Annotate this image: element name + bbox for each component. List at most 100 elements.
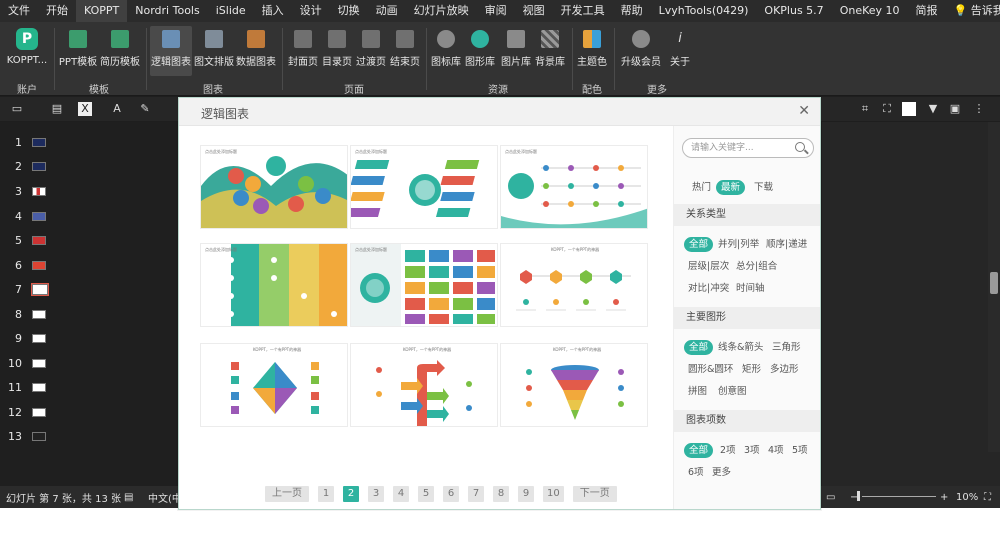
menu-review[interactable]: 审阅 bbox=[477, 0, 515, 22]
shape-line-arrow[interactable]: 线条&箭头 bbox=[718, 340, 763, 355]
relation-contrast[interactable]: 对比|冲突 bbox=[688, 281, 729, 296]
menu-design[interactable]: 设计 bbox=[292, 0, 330, 22]
relation-total-part[interactable]: 总分|组合 bbox=[736, 259, 777, 274]
notes-icon[interactable]: ▤ bbox=[124, 492, 133, 503]
count-more[interactable]: 更多 bbox=[712, 465, 731, 480]
menu-file[interactable]: 文件 bbox=[0, 0, 38, 22]
close-icon[interactable]: ✕ bbox=[798, 103, 810, 119]
slide-thumbnail[interactable]: 10 bbox=[0, 353, 60, 373]
shape-triangle[interactable]: 三角形 bbox=[772, 340, 801, 355]
page-button-1[interactable]: 1 bbox=[318, 486, 334, 502]
menu-onekey[interactable]: OneKey 10 bbox=[832, 0, 908, 22]
template-tile[interactable]: 点击此处添加标题 bbox=[350, 145, 498, 229]
slide-thumbnail[interactable]: 2 bbox=[0, 156, 60, 176]
slide-thumbnail[interactable]: 8 bbox=[0, 304, 60, 324]
upgrade-member-button[interactable]: 升级会员 bbox=[620, 26, 662, 76]
shape-library-button[interactable]: 图形库 bbox=[464, 26, 496, 76]
menu-transition[interactable]: 切换 bbox=[330, 0, 368, 22]
menu-developer[interactable]: 开发工具 bbox=[553, 0, 613, 22]
count-3[interactable]: 3项 bbox=[744, 443, 760, 458]
page-button-2[interactable]: 2 bbox=[343, 486, 359, 502]
vertical-scrollbar[interactable] bbox=[988, 122, 1000, 452]
count-4[interactable]: 4项 bbox=[768, 443, 784, 458]
about-button[interactable]: i 关于 bbox=[666, 26, 694, 76]
search-icon[interactable] bbox=[795, 142, 805, 152]
data-chart-button[interactable]: 数据图表 bbox=[236, 26, 276, 76]
template-tile[interactable]: 点击此处添加标题 bbox=[350, 243, 498, 327]
page-button-7[interactable]: 7 bbox=[468, 486, 484, 502]
page-button-3[interactable]: 3 bbox=[368, 486, 384, 502]
template-tile[interactable]: 点击此处添加标题 bbox=[500, 145, 648, 229]
resume-template-button[interactable]: 简历模板 bbox=[100, 26, 140, 76]
zoom-slider-handle[interactable] bbox=[857, 491, 860, 501]
more-icon[interactable]: ⋮ bbox=[972, 102, 986, 116]
toc-page-button[interactable]: 目录页 bbox=[321, 26, 353, 76]
menu-view[interactable]: 视图 bbox=[515, 0, 553, 22]
shape-circle-ring[interactable]: 圆形&圆环 bbox=[688, 362, 733, 377]
page-button-4[interactable]: 4 bbox=[393, 486, 409, 502]
koppt-account-button[interactable]: P KOPPT... bbox=[6, 26, 48, 76]
count-all[interactable]: 全部 bbox=[684, 443, 714, 458]
presenter-icon[interactable]: ▭ bbox=[826, 492, 835, 503]
transition-page-button[interactable]: 过渡页 bbox=[355, 26, 387, 76]
shape-outline-icon[interactable]: ▭ bbox=[10, 102, 24, 116]
template-tile[interactable]: KOPPT，一个有PPT的神器 bbox=[350, 343, 498, 427]
logic-chart-button[interactable]: 逻辑图表 bbox=[150, 26, 192, 76]
prev-page-button[interactable]: 上一页 bbox=[265, 486, 309, 502]
excel-icon[interactable]: X bbox=[78, 102, 92, 116]
template-tile[interactable]: 点击此处添加标题 bbox=[200, 243, 348, 327]
shape-rectangle[interactable]: 矩形 bbox=[742, 362, 761, 377]
image-layout-button[interactable]: 图文排版 bbox=[194, 26, 234, 76]
relation-all[interactable]: 全部 bbox=[684, 237, 714, 252]
menu-briefing[interactable]: 简报 bbox=[908, 0, 946, 22]
relation-sequence[interactable]: 顺序|递进 bbox=[766, 237, 807, 252]
slide-thumbnail[interactable]: 12 bbox=[0, 402, 60, 422]
menu-slideshow[interactable]: 幻灯片放映 bbox=[406, 0, 477, 22]
image-library-button[interactable]: 图片库 bbox=[500, 26, 532, 76]
menu-islide[interactable]: iSlide bbox=[208, 0, 254, 22]
relation-parallel[interactable]: 并列|列举 bbox=[718, 237, 759, 252]
menu-lvyhtools[interactable]: LvyhTools(0429) bbox=[651, 0, 757, 22]
resize-icon[interactable]: ⛶ bbox=[880, 102, 894, 116]
slide-thumbnail[interactable]: 3 bbox=[0, 181, 60, 201]
search-input[interactable] bbox=[691, 141, 791, 155]
menu-koppt[interactable]: KOPPT bbox=[76, 0, 128, 22]
page-button-5[interactable]: 5 bbox=[418, 486, 434, 502]
slide-thumbnail[interactable]: 13 bbox=[0, 426, 60, 446]
template-tile[interactable]: 点击此处添加标题 bbox=[200, 145, 348, 229]
menu-insert[interactable]: 插入 bbox=[254, 0, 292, 22]
sort-latest[interactable]: 最新 bbox=[716, 180, 746, 195]
background-library-button[interactable]: 背景库 bbox=[534, 26, 566, 76]
tell-me[interactable]: 💡 告诉我 bbox=[946, 0, 1000, 22]
sort-hot[interactable]: 热门 bbox=[692, 180, 711, 195]
shape-creative[interactable]: 创意图 bbox=[718, 384, 747, 399]
scroll-thumb[interactable] bbox=[990, 272, 998, 294]
template-tile[interactable]: KOPPT，一个有PPT的神器 bbox=[200, 343, 348, 427]
menu-animation[interactable]: 动画 bbox=[368, 0, 406, 22]
shape-puzzle[interactable]: 拼图 bbox=[688, 384, 707, 399]
end-page-button[interactable]: 结束页 bbox=[389, 26, 421, 76]
slide-thumbnail[interactable]: 5 bbox=[0, 230, 60, 250]
ppt-template-button[interactable]: PPT模板 bbox=[58, 26, 98, 76]
slide-thumbnail[interactable]: 4 bbox=[0, 206, 60, 226]
zoom-slider[interactable] bbox=[862, 496, 936, 497]
slide-thumbnail[interactable]: 9 bbox=[0, 328, 60, 348]
icon-library-button[interactable]: 图标库 bbox=[430, 26, 462, 76]
cover-page-button[interactable]: 封面页 bbox=[287, 26, 319, 76]
shape-all[interactable]: 全部 bbox=[684, 340, 714, 355]
count-5[interactable]: 5项 bbox=[792, 443, 808, 458]
template-tile[interactable]: KOPPT，一个有PPT的神器 bbox=[500, 343, 648, 427]
count-6[interactable]: 6项 bbox=[688, 465, 704, 480]
fit-window-icon[interactable]: ⛶ bbox=[984, 492, 991, 503]
next-page-button[interactable]: 下一页 bbox=[572, 486, 617, 502]
align-icon[interactable]: ▤ bbox=[50, 102, 64, 116]
slide-thumbnail[interactable]: 11 bbox=[0, 377, 60, 397]
crop-icon[interactable]: ⌗ bbox=[858, 102, 872, 116]
zoom-level[interactable]: 10% bbox=[956, 492, 978, 503]
page-button-10[interactable]: 10 bbox=[543, 486, 564, 502]
shape-polygon[interactable]: 多边形 bbox=[770, 362, 799, 377]
brush-icon[interactable]: ✎ bbox=[138, 102, 152, 116]
theme-color-button[interactable]: 主题色 bbox=[576, 26, 608, 76]
language-indicator[interactable]: 中文(中 bbox=[148, 490, 182, 505]
sort-download[interactable]: 下载 bbox=[754, 180, 773, 195]
